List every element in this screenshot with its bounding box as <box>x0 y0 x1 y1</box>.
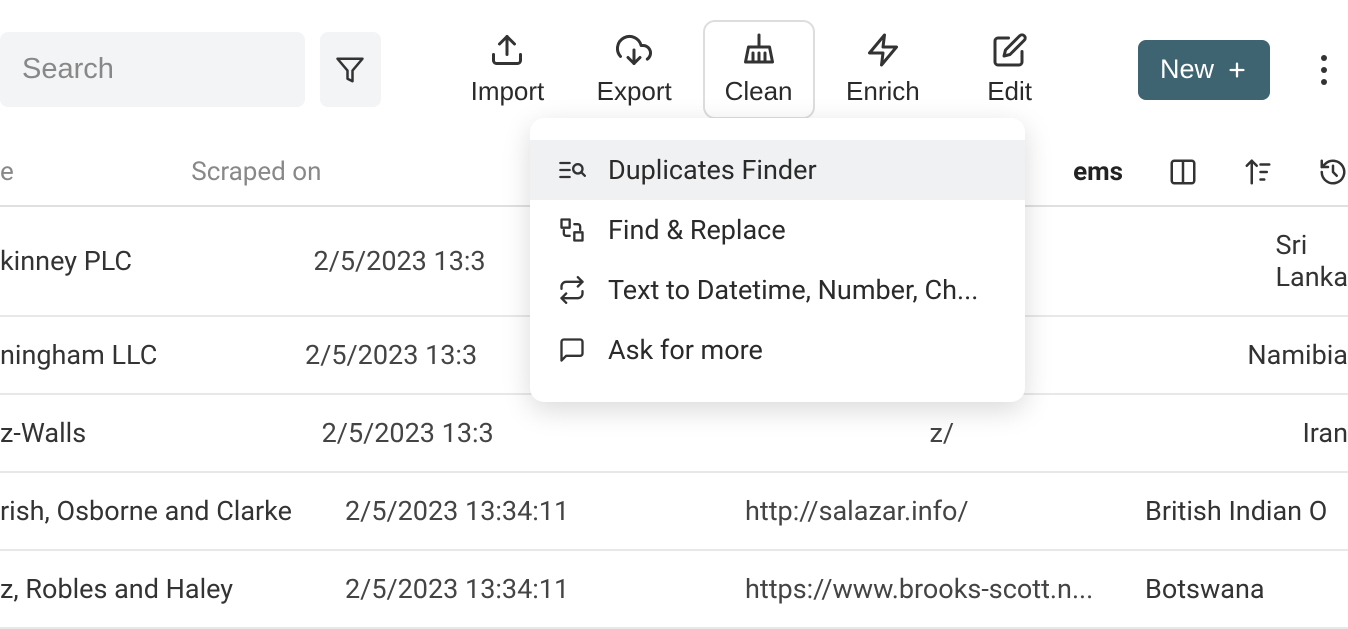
cell-url: z/ <box>930 417 1303 449</box>
new-button[interactable]: New <box>1138 40 1270 100</box>
edit-icon <box>992 32 1028 68</box>
message-icon <box>558 336 586 364</box>
cell-scraped: 2/5/2023 13:34:11 <box>345 573 745 605</box>
table-row[interactable]: z, Robles and Haley2/5/2023 13:34:11http… <box>0 551 1348 629</box>
columns-icon[interactable] <box>1168 157 1198 187</box>
table-row[interactable]: z-Walls2/5/2023 13:3 z/Iran <box>0 395 1348 473</box>
plus-icon <box>1226 59 1248 81</box>
cell-name: rish, Osborne and Clarke <box>0 495 345 527</box>
header-ems: ems <box>1073 157 1123 187</box>
dropdown-duplicates-finder[interactable]: Duplicates Finder <box>530 140 1025 200</box>
cell-country: Sri Lanka <box>1276 229 1348 293</box>
import-icon <box>489 32 525 68</box>
enrich-icon <box>865 32 901 68</box>
dropdown-text-convert[interactable]: Text to Datetime, Number, Ch... <box>530 260 1025 320</box>
convert-icon <box>558 276 586 304</box>
header-col-name[interactable]: e <box>0 157 191 187</box>
import-button[interactable]: Import <box>449 22 566 117</box>
filter-icon <box>335 55 365 85</box>
cell-country: Iran <box>1302 417 1348 449</box>
cell-country: Namibia <box>1247 339 1348 371</box>
clean-button[interactable]: Clean <box>703 20 815 119</box>
cell-name: ningham LLC <box>0 339 305 371</box>
cell-scraped: 2/5/2023 13:34:11 <box>345 495 745 527</box>
cell-country: British Indian O <box>1145 495 1348 527</box>
more-button[interactable] <box>1300 44 1348 96</box>
clean-icon <box>741 32 777 68</box>
cell-name: z-Walls <box>0 417 322 449</box>
dropdown-find-replace[interactable]: Find & Replace <box>530 200 1025 260</box>
dropdown-ask-more[interactable]: Ask for more <box>530 320 1025 380</box>
history-icon[interactable] <box>1318 157 1348 187</box>
filter-button[interactable] <box>320 32 381 107</box>
sort-icon[interactable] <box>1243 157 1273 187</box>
cell-url: https://www.brooks-scott.n... <box>745 573 1145 605</box>
cell-name: z, Robles and Haley <box>0 573 345 605</box>
cell-country: Botswana <box>1145 573 1348 605</box>
export-button[interactable]: Export <box>576 22 693 117</box>
header-col-scraped[interactable]: Scraped on <box>191 157 413 187</box>
cell-url: http://salazar.info/ <box>745 495 1145 527</box>
cell-scraped: 2/5/2023 13:3 <box>322 417 695 449</box>
find-replace-icon <box>558 216 586 244</box>
table-row[interactable]: rish, Osborne and Clarke2/5/2023 13:34:1… <box>0 473 1348 551</box>
header-icons <box>1168 157 1348 187</box>
more-icon <box>1320 54 1328 86</box>
cell-name: kinney PLC <box>0 245 314 277</box>
export-icon <box>616 32 652 68</box>
search-input[interactable] <box>0 32 305 107</box>
search-list-icon <box>558 156 586 184</box>
edit-button[interactable]: Edit <box>951 22 1068 117</box>
clean-dropdown: Duplicates Finder Find & Replace Text to… <box>530 118 1025 402</box>
enrich-button[interactable]: Enrich <box>825 22 942 117</box>
